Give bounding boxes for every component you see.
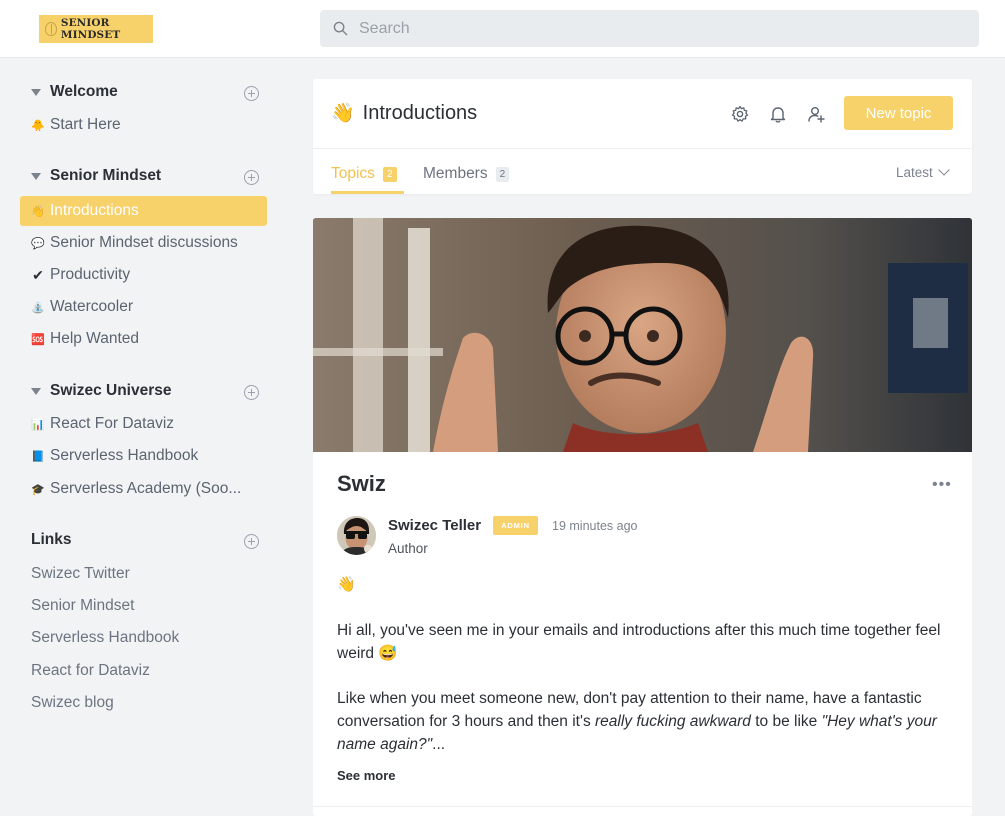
add-link-icon[interactable] xyxy=(244,534,259,549)
active-tab-indicator xyxy=(331,191,404,194)
section-title: Swizec Universe xyxy=(50,382,172,399)
sidebar-item-label: Introductions xyxy=(50,202,139,219)
channel-title: 👋 Introductions xyxy=(331,101,477,125)
logo[interactable]: SENIOR MINDSET xyxy=(39,15,153,43)
admin-badge: ADMIN xyxy=(493,516,538,535)
post-paragraph: Hi all, you've seen me in your emails an… xyxy=(337,622,941,662)
search-icon xyxy=(333,21,348,36)
caret-down-icon xyxy=(31,387,41,395)
fountain-icon: ⛲ xyxy=(31,301,45,314)
speech-bubble-icon: 💬 xyxy=(31,237,45,250)
tab-label: Topics xyxy=(331,165,375,182)
gear-icon[interactable] xyxy=(730,104,750,124)
sidebar-item-react-for-dataviz[interactable]: 📊 React For Dataviz xyxy=(20,409,267,439)
sidebar-item-label: Serverless Academy (Soo... xyxy=(50,480,242,497)
channel-header: 👋 Introductions New topic Topics 2 Membe… xyxy=(313,79,972,194)
wave-icon: 👋 xyxy=(331,103,355,124)
sidebar-item-label: Help Wanted xyxy=(50,330,140,347)
count-badge: 2 xyxy=(382,166,397,182)
sos-icon: 🆘 xyxy=(31,333,45,346)
wave-icon: 👋 xyxy=(31,205,45,218)
sidebar-item-senior-mindset-discussions[interactable]: 💬 Senior Mindset discussions xyxy=(20,228,267,258)
divider xyxy=(313,806,972,807)
section-header-swizec-universe[interactable]: Swizec Universe xyxy=(31,382,171,400)
see-more-link[interactable]: See more xyxy=(337,768,396,783)
count-badge: 2 xyxy=(495,166,510,182)
search-input[interactable] xyxy=(359,19,939,38)
paragraph-text: to be like xyxy=(750,713,822,730)
sidebar-item-serverless-handbook[interactable]: 📘 Serverless Handbook xyxy=(20,441,267,471)
tab-topics[interactable]: Topics 2 xyxy=(331,165,397,183)
post-paragraph: Like when you meet someone new, don't pa… xyxy=(337,687,947,756)
wave-icon: 👋 xyxy=(337,576,356,593)
section-header-welcome[interactable]: Welcome xyxy=(31,83,118,101)
sidebar-item-label: Senior Mindset discussions xyxy=(50,234,238,251)
brain-icon xyxy=(45,22,57,36)
topic-card[interactable]: Swiz ••• Swizec Teller ADMIN 19 minutes … xyxy=(313,218,972,816)
sidebar-item-watercooler[interactable]: ⛲ Watercooler xyxy=(20,292,267,322)
link-serverless-handbook[interactable]: Serverless Handbook xyxy=(31,629,179,647)
bar-chart-icon: 📊 xyxy=(31,418,45,431)
link-senior-mindset[interactable]: Senior Mindset xyxy=(31,597,134,615)
caret-down-icon xyxy=(31,172,41,180)
add-channel-icon[interactable] xyxy=(244,170,259,185)
avatar[interactable] xyxy=(337,516,376,555)
add-channel-icon[interactable] xyxy=(244,385,259,400)
sort-dropdown[interactable]: Latest xyxy=(896,164,950,180)
sidebar-item-label: Start Here xyxy=(50,116,121,133)
top-header: SENIOR MINDSET xyxy=(0,0,1005,58)
sidebar-item-productivity[interactable]: ✔ Productivity xyxy=(20,260,267,290)
tab-members[interactable]: Members 2 xyxy=(423,165,510,183)
add-member-icon[interactable] xyxy=(806,104,826,124)
sidebar: Welcome 🐥 Start Here Senior Mindset 👋 In… xyxy=(0,59,290,816)
sidebar-item-label: Watercooler xyxy=(50,298,133,315)
caret-down-icon xyxy=(31,88,41,96)
topic-title[interactable]: Swiz xyxy=(337,471,386,497)
search-bar[interactable] xyxy=(320,10,979,47)
sidebar-item-label: Productivity xyxy=(50,266,131,283)
cover-photo xyxy=(313,218,972,452)
bell-icon[interactable] xyxy=(768,104,788,124)
section-header-links: Links xyxy=(31,531,71,549)
sort-label: Latest xyxy=(896,165,933,180)
timestamp: 19 minutes ago xyxy=(552,519,638,533)
logo-text: SENIOR MINDSET xyxy=(60,17,121,41)
channel-title-text: Introductions xyxy=(362,101,478,124)
link-react-for-dataviz[interactable]: React for Dataviz xyxy=(31,662,150,680)
sidebar-item-serverless-academy[interactable]: 🎓 Serverless Academy (Soo... xyxy=(20,474,267,504)
emphasis-text: really fucking awkward xyxy=(595,713,751,730)
checkmark-icon: ✔ xyxy=(32,266,44,283)
author-role: Author xyxy=(388,541,428,556)
graduation-cap-icon: 🎓 xyxy=(31,483,45,496)
chick-icon: 🐥 xyxy=(31,119,45,132)
more-options-icon[interactable]: ••• xyxy=(932,477,952,493)
sidebar-item-label: React For Dataviz xyxy=(50,415,175,432)
sidebar-item-start-here[interactable]: 🐥 Start Here xyxy=(20,110,267,140)
sidebar-item-introductions[interactable]: 👋 Introductions xyxy=(20,196,267,226)
link-swizec-blog[interactable]: Swizec blog xyxy=(31,694,114,712)
sidebar-item-help-wanted[interactable]: 🆘 Help Wanted xyxy=(20,324,267,354)
sidebar-item-label: Serverless Handbook xyxy=(50,447,199,464)
link-swizec-twitter[interactable]: Swizec Twitter xyxy=(31,565,130,583)
new-topic-button[interactable]: New topic xyxy=(844,96,953,130)
tab-label: Members xyxy=(423,165,488,182)
section-title: Links xyxy=(31,531,72,548)
section-header-senior-mindset[interactable]: Senior Mindset xyxy=(31,167,161,185)
section-title: Senior Mindset xyxy=(50,167,162,184)
divider xyxy=(313,148,972,149)
book-icon: 📘 xyxy=(31,450,45,463)
author-name[interactable]: Swizec Teller xyxy=(388,517,481,534)
add-channel-icon[interactable] xyxy=(244,86,259,101)
chevron-down-icon xyxy=(938,164,950,176)
paragraph-text: ... xyxy=(432,736,446,753)
section-title: Welcome xyxy=(50,83,118,100)
